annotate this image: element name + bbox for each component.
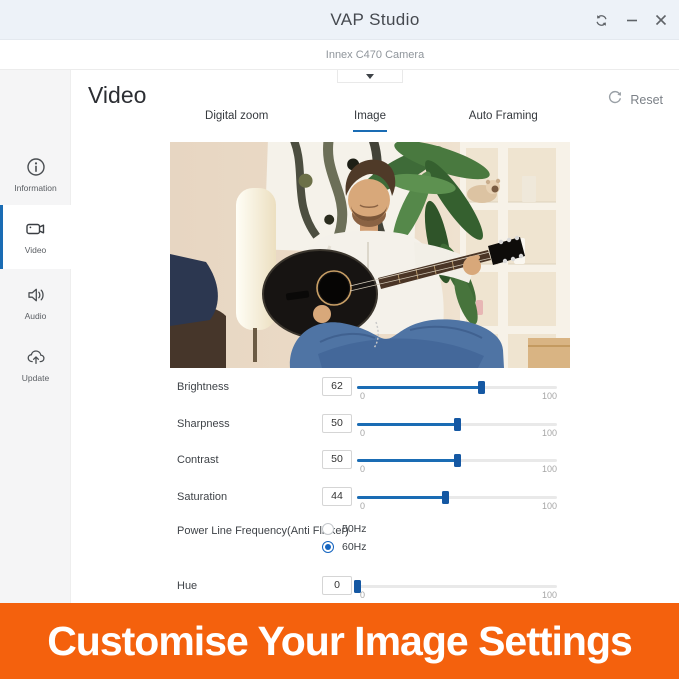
sidebar-item-label: Update <box>22 373 49 383</box>
radio-60hz[interactable]: 60Hz <box>322 540 367 554</box>
sidebar-item-information[interactable]: Information <box>0 152 71 198</box>
sidebar-item-label: Audio <box>25 311 47 321</box>
radio-label: 50Hz <box>342 523 367 535</box>
saturation-value-input[interactable]: 44 <box>322 487 352 506</box>
info-icon <box>26 157 46 177</box>
slider-max-label: 100 <box>529 590 557 600</box>
slider-handle[interactable] <box>454 418 461 431</box>
contrast-row: Contrast 50 0 100 <box>177 450 569 470</box>
reset-arrow-icon <box>608 90 622 109</box>
vap-studio-window: VAP Studio <box>0 0 679 679</box>
slider-handle[interactable] <box>478 381 485 394</box>
slider-min-label: 0 <box>360 501 365 511</box>
slider-min-label: 0 <box>360 428 365 438</box>
reset-button[interactable]: Reset <box>608 90 663 109</box>
promo-banner: Customise Your Image Settings <box>0 603 679 679</box>
chevron-down-icon <box>366 74 374 79</box>
tab-auto-framing[interactable]: Auto Framing <box>437 106 570 132</box>
radio-button-icon <box>322 523 334 535</box>
tab-label: Auto Framing <box>469 110 538 122</box>
slider-max-label: 100 <box>529 464 557 474</box>
radio-50hz[interactable]: 50Hz <box>322 522 367 536</box>
device-collapse-tab[interactable] <box>337 70 403 83</box>
sidebar-item-label: Information <box>14 183 57 193</box>
slider-label: Sharpness <box>177 418 230 430</box>
slider-min-label: 0 <box>360 464 365 474</box>
tab-label: Digital zoom <box>205 110 268 122</box>
close-icon[interactable] <box>655 14 667 26</box>
brightness-slider[interactable] <box>357 386 557 389</box>
sync-icon[interactable] <box>594 13 609 28</box>
preview-photo <box>170 142 570 368</box>
banner-text: Customise Your Image Settings <box>47 618 632 665</box>
radio-label: 60Hz <box>342 541 367 553</box>
brightness-row: Brightness 62 0 100 <box>177 377 569 397</box>
hue-slider[interactable] <box>357 585 557 588</box>
slider-max-label: 100 <box>529 391 557 401</box>
radio-button-icon <box>322 541 334 553</box>
device-bar: Innex C470 Camera <box>0 40 679 70</box>
speaker-icon <box>26 285 46 305</box>
brightness-value-input[interactable]: 62 <box>322 377 352 396</box>
saturation-row: Saturation 44 0 100 <box>177 487 569 507</box>
tab-digital-zoom[interactable]: Digital zoom <box>170 106 303 132</box>
tab-image[interactable]: Image <box>303 106 436 132</box>
video-camera-icon <box>25 219 46 239</box>
sidebar-item-label: Video <box>25 245 47 255</box>
device-name: Innex C470 Camera <box>71 40 679 70</box>
sidebar: Information Video Audio <box>0 70 71 603</box>
power-line-frequency-row: Power Line Frequency(Anti Flicker) 50Hz … <box>177 521 569 561</box>
slider-min-label: 0 <box>360 391 365 401</box>
app-title: VAP Studio <box>71 0 679 40</box>
slider-handle[interactable] <box>442 491 449 504</box>
slider-max-label: 100 <box>529 501 557 511</box>
reset-label: Reset <box>630 93 663 107</box>
page-title: Video <box>88 82 146 109</box>
hue-value-input[interactable]: 0 <box>322 576 352 595</box>
slider-max-label: 100 <box>529 428 557 438</box>
titlebar: VAP Studio <box>0 0 679 40</box>
window-controls <box>594 0 667 40</box>
slider-handle[interactable] <box>454 454 461 467</box>
slider-label: Brightness <box>177 381 229 393</box>
hue-row: Hue 0 0 100 <box>177 576 569 596</box>
cloud-upload-icon <box>26 347 46 367</box>
sharpness-value-input[interactable]: 50 <box>322 414 352 433</box>
sidebar-item-update[interactable]: Update <box>0 342 71 388</box>
contrast-value-input[interactable]: 50 <box>322 450 352 469</box>
slider-label: Saturation <box>177 491 227 503</box>
sharpness-row: Sharpness 50 0 100 <box>177 414 569 434</box>
camera-preview <box>170 142 570 368</box>
sidebar-item-video[interactable]: Video <box>0 205 71 269</box>
tab-label: Image <box>354 110 386 122</box>
sharpness-slider[interactable] <box>357 423 557 426</box>
slider-label: Contrast <box>177 454 219 466</box>
contrast-slider[interactable] <box>357 459 557 462</box>
slider-min-label: 0 <box>360 590 365 600</box>
slider-label: Hue <box>177 580 197 592</box>
sidebar-item-audio[interactable]: Audio <box>0 280 71 326</box>
settings-tabs: Digital zoom Image Auto Framing <box>170 106 570 132</box>
minimize-icon[interactable] <box>626 14 638 26</box>
saturation-slider[interactable] <box>357 496 557 499</box>
